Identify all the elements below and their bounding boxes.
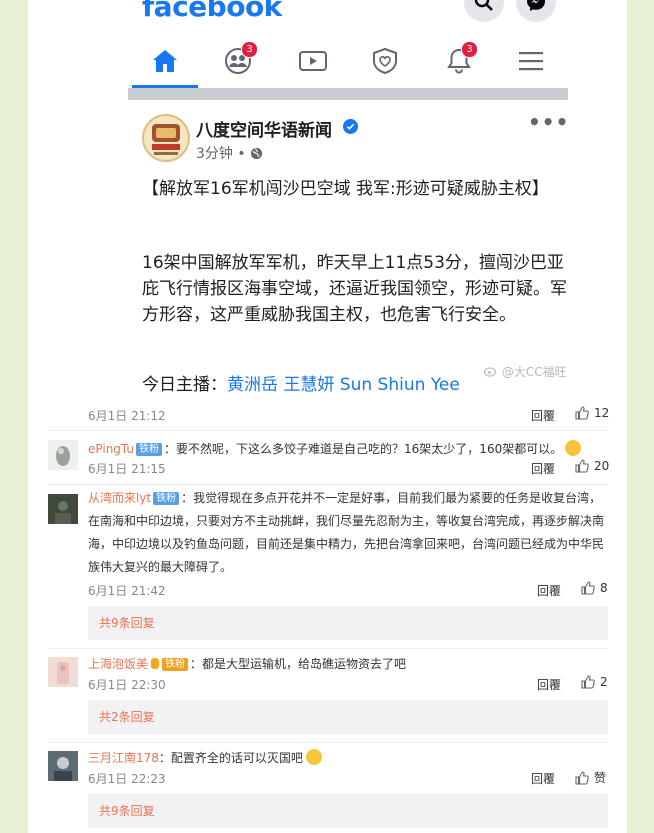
avatar[interactable] [48,440,78,470]
comment-timestamp: 6月1日 21:15 [88,462,166,476]
avatar[interactable] [48,494,78,524]
friends-badge: 3 [241,41,258,58]
comment-line: 三月江南178：配置齐全的话可以灭国吧 [88,747,322,766]
menu-icon [506,38,556,84]
post-headline: 【解放军16军机闯沙巴空域 我军:形迹可疑威胁主权】 [142,179,549,199]
search-icon [464,0,504,22]
emoji-icon [565,440,582,456]
comment-reply-button[interactable]: 回覆 [531,460,555,477]
thumbs-up-icon [575,770,589,785]
comment-like-button[interactable]: 赞 [575,769,606,786]
page-name: 八度空间华语新闻 [196,121,332,141]
comment-text: ：配置齐全的话可以灭国吧 [158,751,303,765]
friends-icon: 3 [214,38,264,84]
comment-user[interactable]: ePingTu [88,442,134,456]
divider [48,648,608,649]
fan-badge: 铁粉 [162,658,189,671]
watch-icon [288,38,338,84]
avatar[interactable] [48,751,78,781]
post-timestamp: 6月1日 21:12 [88,409,166,423]
facebook-nav-bar: 3 3 [128,38,568,88]
comment-reply-button[interactable]: 回覆 [537,676,561,693]
feed-separator [128,88,568,100]
comment-line: 上海泡饭美 铁粉 ：都是大型运输机，给岛礁运物资去了吧 [88,653,406,672]
comment-user[interactable]: 上海泡饭美 [88,657,148,671]
comment-timestamp: 6月1日 22:23 [88,772,166,786]
comment-text: ：要不然呢，下这么多饺子难道是自己吃的？16架太少了，160架都可以。 [164,442,563,456]
emoji-icon [305,749,322,765]
more-replies-link[interactable]: 共9条回复 [88,606,608,640]
page-avatar [142,114,190,162]
verified-icon [343,119,358,134]
more-replies-link[interactable]: 共9条回复 [88,794,608,828]
avatar[interactable] [48,657,78,687]
comment-user[interactable]: 三月江南178 [88,751,159,765]
comment-line: 从湾而来lyt 铁粉 ：我觉得现在多点开花并不一定是好事，目前我们最为紧要的任务是收… [88,487,608,579]
vip-icon [151,658,160,669]
thumbs-up-icon [581,675,595,689]
comment-like-button[interactable]: 2 [581,675,608,689]
facebook-logo: facebook [142,0,282,23]
dating-icon [360,38,410,84]
facebook-screenshot[interactable]: facebook 3 3 八度空间华语新闻 3分钟 • ••• 【解放军16军机… [88,0,608,398]
comment-line: ePingTu 铁粉 ：要不然呢，下这么多饺子难道是自己吃的？16架太少了，160架… [88,438,582,457]
more-replies-link[interactable]: 共2条回复 [88,700,608,734]
globe-icon [251,147,263,160]
weibo-watermark-icon [483,367,497,377]
divider [48,484,608,485]
fan-badge: 铁粉 [153,492,180,505]
thumbs-up-icon [575,459,589,473]
thumbs-up-icon [575,406,589,420]
comment-text: ：都是大型运输机，给岛礁运物资去了吧 [190,657,407,671]
more-options-icon: ••• [528,110,570,134]
post-reply-button[interactable]: 回覆 [531,407,555,424]
notifications-icon: 3 [434,38,484,84]
comment-reply-button[interactable]: 回覆 [537,582,561,599]
divider [48,742,608,743]
comment-like-button[interactable]: 8 [581,581,608,595]
comment-timestamp: 6月1日 21:42 [88,584,166,598]
thumbs-up-icon [581,581,595,595]
post-body: 16架中国解放军军机，昨天早上11点53分，擅闯沙巴亚庇飞行情报区海事空域，还逼… [142,253,567,325]
home-icon [140,38,190,84]
divider [48,430,608,431]
notifications-badge: 3 [461,41,478,58]
comment-reply-button[interactable]: 回覆 [531,770,555,787]
post-time: 3分钟 • [196,143,263,163]
comment-user[interactable]: 从湾而来lyt [88,491,151,505]
comment-timestamp: 6月1日 22:30 [88,678,166,692]
fan-badge: 铁粉 [136,443,163,456]
post-like-button[interactable]: 12 [575,406,609,420]
watermark: @大CC福旺 [483,363,567,380]
comment-like-button[interactable]: 20 [575,459,609,473]
messenger-icon [516,0,556,22]
